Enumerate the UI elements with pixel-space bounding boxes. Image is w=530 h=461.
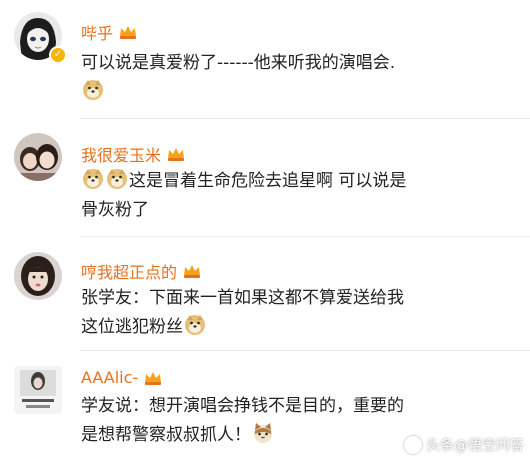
comment-text: 张学友：下面来一首如果这都不算爱送给我 这位逃犯粉丝 [81, 284, 511, 342]
doge-emoji-icon [185, 315, 205, 335]
comment-line-2 [81, 78, 511, 107]
comment-line-1: 学友说：想开演唱会挣钱不是目的，重要的 [81, 396, 404, 416]
divider [80, 350, 530, 351]
comment-line-1-text: 这是冒着生命危险去追星啊 可以说是 [129, 171, 407, 191]
doge-emoji-icon [83, 169, 103, 189]
avatar[interactable] [14, 133, 62, 181]
username-text[interactable]: 哼我超正点的 [81, 259, 177, 283]
comment-line-1: 这是冒着生命危险去追星啊 可以说是 [81, 167, 511, 196]
vip-crown-icon [168, 148, 185, 161]
divider [80, 236, 530, 237]
doge-emoji-icon [107, 169, 127, 189]
username[interactable]: 哼我超正点的 [81, 259, 202, 283]
username[interactable]: 哔乎 [81, 20, 138, 44]
verified-badge-icon: ✓ [49, 46, 67, 64]
comment-line-1: 可以说是真爱粉了------他来听我的演唱会. [81, 53, 396, 73]
avatar[interactable] [14, 252, 62, 300]
comment-line-2-text: 这位逃犯粉丝 [81, 317, 183, 337]
avatar[interactable] [14, 366, 62, 414]
username[interactable]: AAAlic- [81, 368, 163, 387]
comment-line-1: 张学友：下面来一首如果这都不算爱送给我 [81, 288, 404, 308]
cat-emoji-icon [254, 423, 272, 443]
username-text[interactable]: 哔乎 [81, 20, 113, 44]
doge-emoji-icon [83, 80, 103, 100]
toutiao-logo-icon [404, 436, 422, 454]
comment-line-2-text: 是想帮警察叔叔抓人！ [81, 425, 251, 445]
comment-line-2: 这位逃犯粉丝 [81, 313, 511, 342]
vip-crown-icon [145, 371, 162, 385]
divider [80, 118, 530, 119]
vip-crown-icon [184, 265, 201, 278]
username-text[interactable]: 我很爱玉米 [81, 142, 161, 166]
watermark-text: 头条@悟空问答 [426, 438, 524, 454]
username-text[interactable]: AAAlic- [81, 368, 138, 387]
comment-text: 可以说是真爱粉了------他来听我的演唱会. [81, 49, 511, 107]
comment-line-2: 骨灰粉了 [81, 200, 149, 220]
username[interactable]: 我很爱玉米 [81, 142, 186, 166]
vip-crown-icon [120, 26, 137, 39]
comment-text: 这是冒着生命危险去追星啊 可以说是 骨灰粉了 [81, 167, 511, 225]
watermark: 头条@悟空问答 [404, 435, 524, 455]
